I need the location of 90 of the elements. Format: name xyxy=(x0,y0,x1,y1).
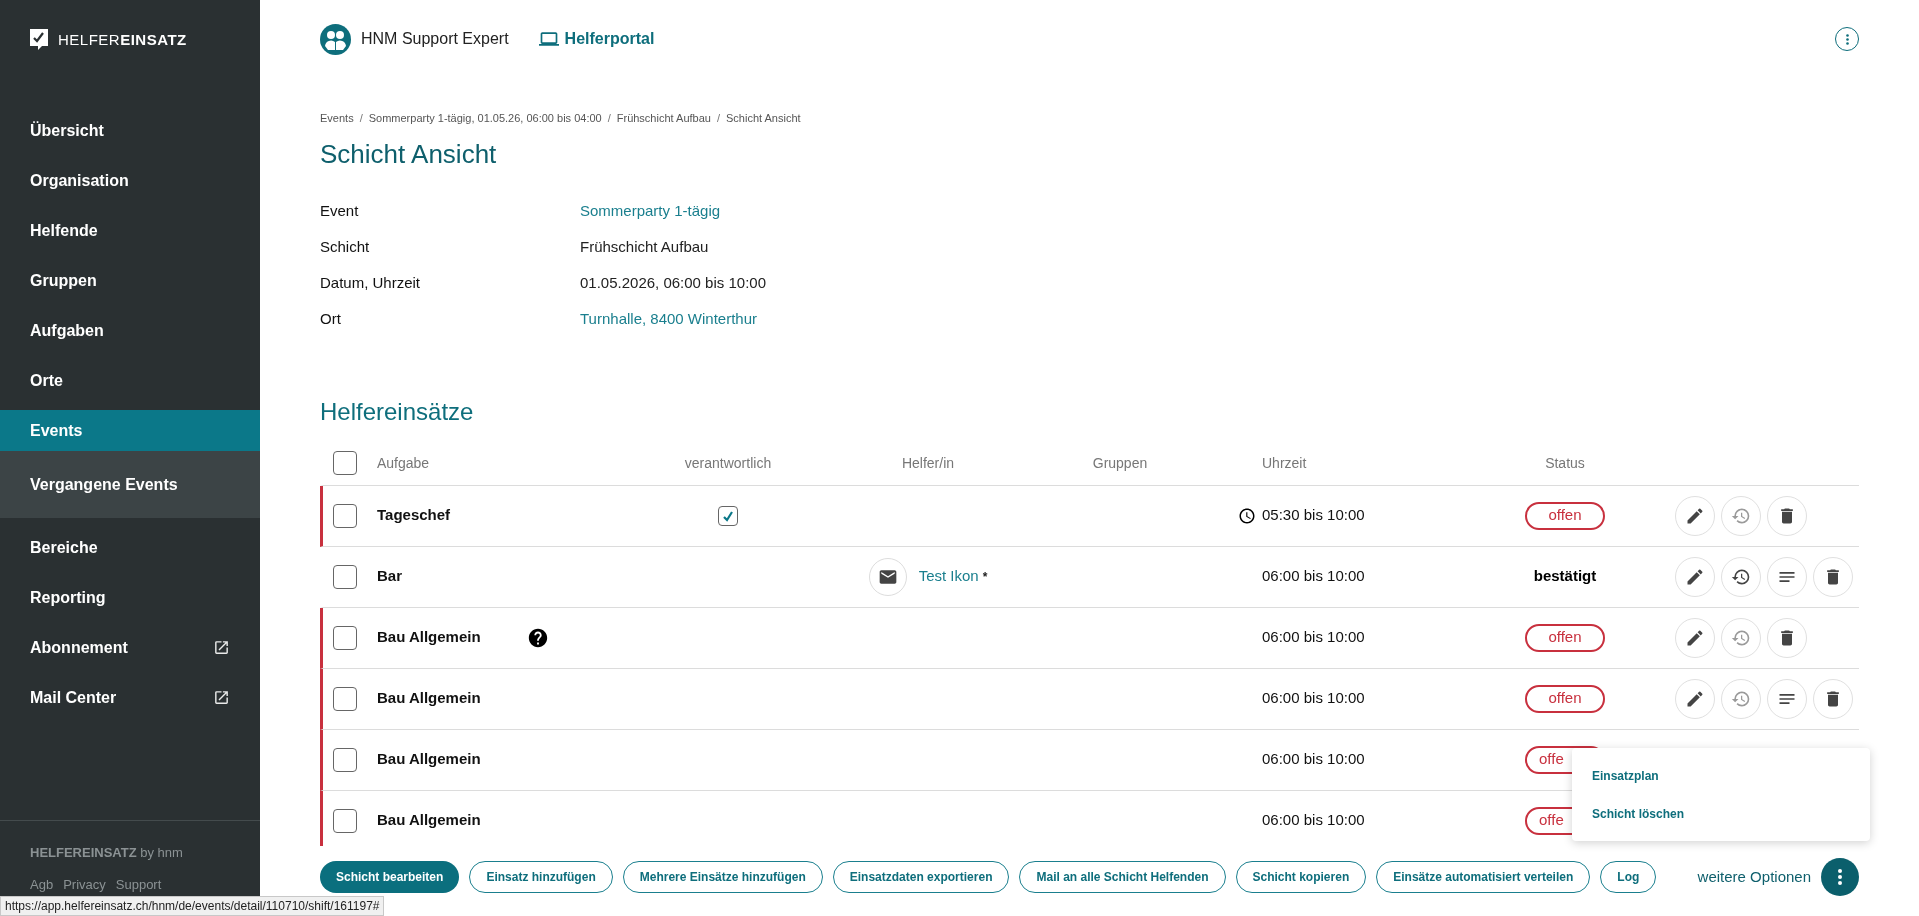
footer-text: HELFEREINSATZ by hnm xyxy=(30,844,184,862)
column-header: Gruppen xyxy=(1092,453,1148,473)
column-header: Uhrzeit xyxy=(1262,454,1307,471)
table-cell: Bau Allgemein xyxy=(377,750,481,768)
footer-link[interactable]: Privacy xyxy=(63,874,106,894)
nav-item[interactable]: Mail Center xyxy=(0,677,260,718)
logo-icon xyxy=(30,29,50,51)
user-name: HNM Support Expert xyxy=(361,29,509,49)
laptop-icon xyxy=(538,29,559,49)
more-icon xyxy=(1838,869,1842,885)
status-url: https://app.helfereinsatz.ch/hnm/de/events/detail/110710/shift/161197# xyxy=(0,896,385,916)
status-badge: offen xyxy=(1525,623,1605,652)
status-text: bestätigt xyxy=(1533,566,1597,587)
row-checkbox[interactable] xyxy=(333,747,357,772)
nav-item[interactable]: Bereiche xyxy=(0,527,260,568)
detail-value: Frühschicht Aufbau xyxy=(580,237,709,258)
table-cell: Bau Allgemein xyxy=(377,689,481,707)
table-cell-text: 05:30 bis 10:00 xyxy=(1262,505,1365,526)
action-button[interactable]: Mehrere Einsätze hinzufügen xyxy=(622,861,823,893)
nav-item[interactable]: Helfende xyxy=(0,210,260,251)
action-button[interactable]: Einsatzdaten exportieren xyxy=(832,861,1010,893)
detail-label: Event xyxy=(320,201,360,222)
select-all-checkbox[interactable] xyxy=(333,451,357,475)
detail-link[interactable]: Turnhalle, 8400 Winterthur xyxy=(580,308,758,331)
check-icon xyxy=(722,509,734,522)
footer-link[interactable]: Support xyxy=(115,874,162,894)
status-badge: offen xyxy=(1525,501,1605,530)
action-button[interactable]: Einsatz hinzufügen xyxy=(469,861,613,893)
action-button[interactable]: Schicht bearbeiten xyxy=(320,861,460,893)
breadcrumb-separator: / xyxy=(716,111,720,126)
section-title: Helfereinsätze xyxy=(320,396,475,427)
action-button[interactable]: Log xyxy=(1600,861,1657,893)
table-cell-text: 06:00 bis 10:00 xyxy=(1262,810,1365,831)
responsible-checkbox[interactable] xyxy=(718,505,738,526)
row-checkbox[interactable] xyxy=(333,625,357,650)
breadcrumb-item: Schicht Ansicht xyxy=(726,111,801,126)
nav-item[interactable]: Übersicht xyxy=(0,110,260,151)
nav-item[interactable]: Events xyxy=(0,410,260,451)
table-cell-text: 06:00 bis 10:00 xyxy=(1262,627,1365,648)
help-icon[interactable] xyxy=(527,626,549,649)
detail-label: Schicht xyxy=(320,237,371,258)
table-cell-text: 06:00 bis 10:00 xyxy=(1262,749,1365,770)
nav-item[interactable]: Orte xyxy=(0,360,260,401)
more-icon xyxy=(1845,33,1849,45)
helper-link[interactable]: Test Ikon xyxy=(918,565,979,588)
breadcrumb-separator: / xyxy=(607,111,611,126)
user-avatar-icon xyxy=(320,23,351,55)
edit-icon xyxy=(1685,566,1705,587)
footer-link[interactable]: Agb xyxy=(30,874,54,894)
table-cell: Bau Allgemein xyxy=(377,628,481,646)
logo-text: HELFEREINSATZ xyxy=(58,29,187,50)
table-cell: Bar xyxy=(377,567,402,585)
breadcrumb-item[interactable]: Sommerparty 1-tägig, 01.05.26, 06:00 bis 04:00 xyxy=(368,110,602,127)
more-options-button[interactable] xyxy=(1821,858,1859,896)
edit-icon xyxy=(1685,627,1705,648)
detail-link[interactable]: Sommerparty 1-tägig xyxy=(580,200,721,223)
table-cell: Tageschef xyxy=(377,506,451,524)
row-checkbox[interactable] xyxy=(333,808,357,833)
breadcrumb-item[interactable]: Frühschicht Aufbau xyxy=(616,110,711,127)
status-badge: offen xyxy=(1525,684,1605,713)
column-header: Status xyxy=(1545,453,1585,473)
page-title: Schicht Ansicht xyxy=(320,137,498,171)
row-checkbox[interactable] xyxy=(333,686,357,711)
nav-item[interactable]: Vergangene Events xyxy=(0,451,260,518)
nav-item[interactable]: Organisation xyxy=(0,160,260,201)
nav-item[interactable]: Gruppen xyxy=(0,260,260,301)
more-options-label: weitere Optionen xyxy=(1697,866,1811,887)
action-button[interactable]: Einsätze automatisiert verteilen xyxy=(1376,861,1591,893)
portal-link[interactable]: Helferportal xyxy=(538,27,655,51)
table-cell-text: 06:00 bis 10:00 xyxy=(1262,688,1365,709)
detail-label: Datum, Uhrzeit xyxy=(320,273,422,294)
nav-item[interactable]: Aufgaben xyxy=(0,310,260,351)
row-checkbox[interactable] xyxy=(333,503,357,528)
helper-marker: * xyxy=(982,568,988,586)
column-header: Helfer/in xyxy=(901,453,955,473)
column-header: verantwortlich xyxy=(684,453,772,473)
action-button[interactable]: Mail an alle Schicht Helfenden xyxy=(1019,861,1226,893)
nav-item[interactable]: Reporting xyxy=(0,577,260,618)
breadcrumb-item[interactable]: Events xyxy=(320,110,354,127)
column-header: Aufgabe xyxy=(377,454,430,471)
table-cell-text: 06:00 bis 10:00 xyxy=(1262,566,1365,587)
action-button[interactable]: Schicht kopieren xyxy=(1235,861,1367,893)
detail-label: Ort xyxy=(320,309,342,330)
edit-icon xyxy=(1685,505,1705,526)
breadcrumb-separator: / xyxy=(359,111,363,126)
detail-value: 01.05.2026, 06:00 bis 10:00 xyxy=(580,273,766,294)
nav-item[interactable]: Abonnement xyxy=(0,627,260,668)
edit-icon xyxy=(1685,688,1705,709)
table-cell: Bau Allgemein xyxy=(377,811,481,829)
row-checkbox[interactable] xyxy=(333,564,357,589)
